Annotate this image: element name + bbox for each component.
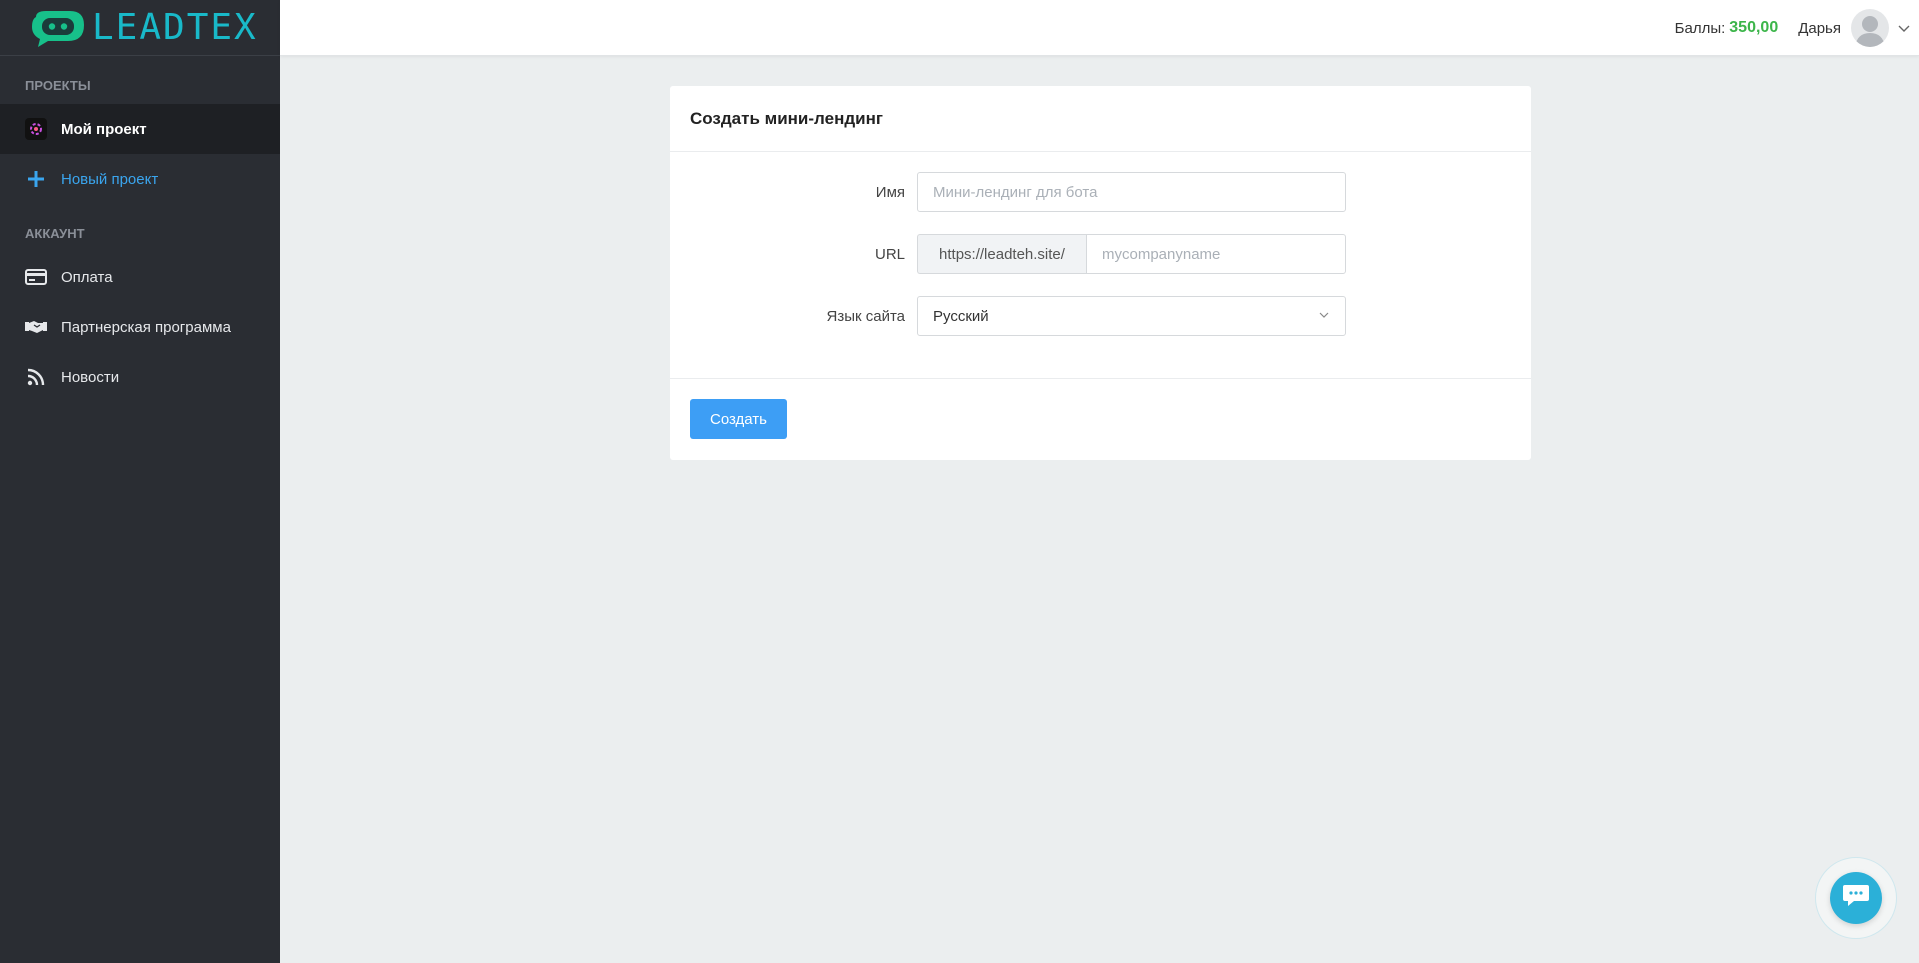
topbar: Баллы: 350,00 Дарья <box>280 0 1919 56</box>
url-input-group: https://leadteh.site/ <box>917 234 1346 274</box>
language-select-value: Русский <box>933 307 989 325</box>
language-select[interactable]: Русский <box>917 296 1346 336</box>
sidebar-item-news[interactable]: Новости <box>0 352 280 402</box>
language-row: Язык сайта Русский <box>670 296 1531 336</box>
name-input[interactable] <box>917 172 1346 212</box>
sidebar-item-my-project[interactable]: Мой проект <box>0 104 280 154</box>
url-label: URL <box>874 245 905 263</box>
language-label: Язык сайта <box>826 307 906 325</box>
sidebar-item-label: Оплата <box>61 268 113 286</box>
account-section-title: АККАУНТ <box>25 226 85 241</box>
rss-icon <box>25 366 47 388</box>
name-label: Имя <box>875 183 905 201</box>
chat-button[interactable] <box>1830 872 1882 924</box>
sidebar-item-partner-program[interactable]: Партнерская программа <box>0 302 280 352</box>
url-input[interactable] <box>1086 234 1346 274</box>
create-button[interactable]: Создать <box>690 399 787 439</box>
sidebar: LEADTEX ПРОЕКТЫ Мой проект Новый проект … <box>0 0 280 963</box>
handshake-icon <box>25 316 47 338</box>
credit-card-icon <box>25 266 47 288</box>
points-value: 350,00 <box>1729 19 1779 36</box>
sidebar-item-label: Партнерская программа <box>61 318 231 336</box>
chevron-down-icon <box>1318 308 1330 325</box>
url-prefix: https://leadteh.site/ <box>917 234 1086 274</box>
chevron-down-icon[interactable] <box>1897 21 1911 35</box>
create-landing-card: Создать мини-лендинг Имя URL https://lea… <box>670 86 1531 460</box>
card-footer: Создать <box>670 378 1531 460</box>
name-row: Имя <box>670 172 1531 212</box>
card-title: Создать мини-лендинг <box>670 86 1531 152</box>
robot-logo-icon <box>28 7 88 49</box>
avatar[interactable] <box>1851 9 1889 47</box>
topbar-user-area: Баллы: 350,00 Дарья <box>1675 0 1919 56</box>
sidebar-item-payment[interactable]: Оплата <box>0 252 280 302</box>
sidebar-item-new-project[interactable]: Новый проект <box>0 154 280 204</box>
logo-text: LEADTEX <box>92 6 258 48</box>
projects-section-title: ПРОЕКТЫ <box>25 78 91 93</box>
chat-widget <box>1815 857 1897 939</box>
sidebar-item-label: Новый проект <box>61 170 159 188</box>
url-row: URL https://leadteh.site/ <box>670 234 1531 274</box>
points-label: Баллы: <box>1674 19 1726 37</box>
sidebar-item-label: Новости <box>61 368 120 386</box>
project-icon <box>25 118 47 140</box>
sidebar-item-label: Мой проект <box>61 120 147 138</box>
chat-bubble-icon <box>1842 883 1870 914</box>
user-name[interactable]: Дарья <box>1798 20 1841 37</box>
logo[interactable]: LEADTEX <box>0 0 280 56</box>
plus-icon <box>25 168 47 190</box>
